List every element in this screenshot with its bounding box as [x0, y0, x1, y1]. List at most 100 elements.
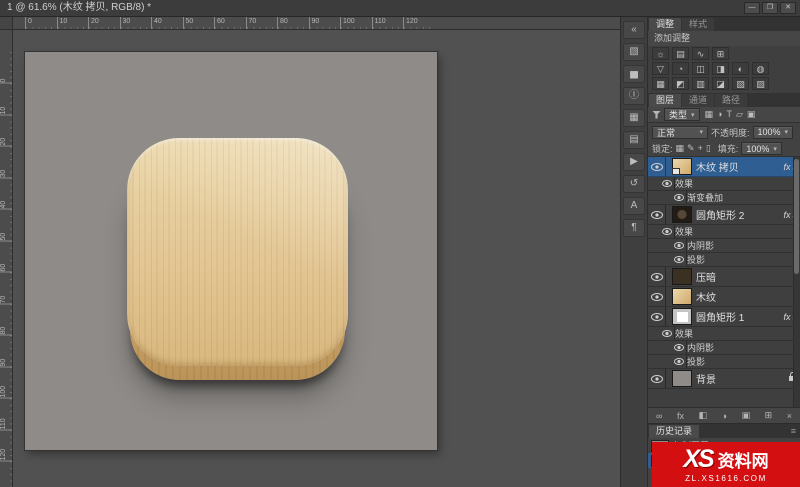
- layer-name[interactable]: 内阴影: [687, 239, 796, 252]
- layer-name[interactable]: 压暗: [696, 269, 796, 284]
- layer-thumbnail[interactable]: [672, 308, 692, 325]
- layers-scrollbar[interactable]: [793, 157, 800, 407]
- selective-color-icon[interactable]: ▨: [752, 77, 769, 90]
- layer-name[interactable]: 内阴影: [687, 341, 796, 354]
- restore-button[interactable]: ❐: [762, 2, 778, 14]
- vibrance-icon[interactable]: ▽: [652, 62, 669, 75]
- layer-name[interactable]: 投影: [687, 253, 796, 266]
- layer-row[interactable]: 木纹 拷贝 fx ▴: [648, 157, 800, 177]
- invert-icon[interactable]: ◩: [672, 77, 689, 90]
- filter-type-icon[interactable]: T: [726, 108, 732, 121]
- scrollbar-thumb[interactable]: [794, 159, 799, 274]
- threshold-icon[interactable]: ◪: [712, 77, 729, 90]
- layer-thumbnail[interactable]: [672, 206, 692, 223]
- layer-mask-icon[interactable]: ◧: [699, 410, 708, 421]
- color-balance-icon[interactable]: ◫: [692, 62, 709, 75]
- blend-mode-select[interactable]: 正常 ▾: [652, 126, 708, 139]
- layer-thumbnail[interactable]: [672, 370, 692, 387]
- visibility-toggle-icon[interactable]: [648, 287, 666, 306]
- swatches-icon[interactable]: ▤: [623, 131, 645, 149]
- visibility-toggle-icon[interactable]: [672, 355, 687, 368]
- layer-name[interactable]: 效果: [675, 225, 796, 238]
- panel-tab[interactable]: 样式: [682, 18, 714, 31]
- layer-row[interactable]: 圆角矩形 1 fx ▴: [648, 307, 800, 327]
- curves-icon[interactable]: ∿: [692, 47, 709, 60]
- new-group-icon[interactable]: ▣: [742, 410, 751, 421]
- visibility-toggle-icon[interactable]: [672, 191, 687, 204]
- layer-row[interactable]: 效果: [648, 225, 800, 239]
- history-icon[interactable]: ↺: [623, 175, 645, 193]
- panel-menu-icon[interactable]: ≡: [791, 425, 799, 438]
- color-icon[interactable]: ▦: [623, 109, 645, 127]
- layer-style-icon[interactable]: fx: [677, 411, 684, 421]
- new-layer-icon[interactable]: ⊞: [765, 410, 773, 421]
- visibility-toggle-icon[interactable]: [672, 341, 687, 354]
- lock-pixels-icon[interactable]: ✎: [687, 142, 695, 155]
- layer-name[interactable]: 效果: [675, 177, 796, 190]
- exposure-icon[interactable]: ⊞: [712, 47, 729, 60]
- visibility-toggle-icon[interactable]: [648, 157, 666, 176]
- link-layers-icon[interactable]: ∞: [656, 411, 662, 421]
- layer-row[interactable]: 投影: [648, 253, 800, 267]
- layer-row[interactable]: 压暗: [648, 267, 800, 287]
- info-icon[interactable]: Ⓘ: [623, 87, 645, 105]
- posterize-icon[interactable]: ▥: [692, 77, 709, 90]
- filter-shape-icon[interactable]: ▱: [736, 108, 743, 121]
- close-button[interactable]: ✕: [780, 2, 796, 14]
- visibility-toggle-icon[interactable]: [648, 369, 666, 388]
- visibility-toggle-icon[interactable]: [672, 239, 687, 252]
- layer-row[interactable]: 木纹: [648, 287, 800, 307]
- filter-adjustment-icon[interactable]: ◑: [717, 108, 722, 121]
- layer-name[interactable]: 投影: [687, 355, 796, 368]
- levels-icon[interactable]: ▤: [672, 47, 689, 60]
- horizontal-ruler[interactable]: 0102030405060708090100110120: [13, 17, 620, 30]
- lock-transparency-icon[interactable]: ▦: [676, 142, 685, 155]
- delete-layer-icon[interactable]: ×: [787, 411, 792, 421]
- channel-mixer-icon[interactable]: ◍: [752, 62, 769, 75]
- visibility-toggle-icon[interactable]: [660, 177, 675, 190]
- panel-tab[interactable]: 通道: [682, 94, 714, 107]
- lock-all-icon[interactable]: ▯: [706, 142, 711, 155]
- character-icon[interactable]: A: [623, 197, 645, 215]
- filter-kind-select[interactable]: 类型 ▾: [664, 108, 700, 121]
- gradient-map-icon[interactable]: ▧: [732, 77, 749, 90]
- fill-select[interactable]: 100% ▾: [741, 142, 782, 155]
- hue-saturation-icon[interactable]: ◔: [672, 62, 689, 75]
- layer-row[interactable]: 内阴影: [648, 341, 800, 355]
- canvas-pasteboard[interactable]: [13, 30, 620, 487]
- minimize-button[interactable]: —: [744, 2, 760, 14]
- color-lookup-icon[interactable]: ▦: [652, 77, 669, 90]
- layer-name[interactable]: 渐变叠加: [687, 191, 796, 204]
- layer-row[interactable]: 效果: [648, 177, 800, 191]
- visibility-toggle-icon[interactable]: [648, 307, 666, 326]
- visibility-toggle-icon[interactable]: [660, 327, 675, 340]
- tab-history[interactable]: 历史记录: [649, 425, 699, 438]
- document-canvas[interactable]: [25, 52, 437, 450]
- layer-row[interactable]: 圆角矩形 2 fx ▴: [648, 205, 800, 225]
- layer-row[interactable]: 效果: [648, 327, 800, 341]
- panel-tab[interactable]: 图层: [649, 94, 681, 107]
- layer-thumbnail[interactable]: [672, 158, 692, 175]
- layer-row[interactable]: 内阴影: [648, 239, 800, 253]
- filter-smart-icon[interactable]: ▣: [747, 108, 756, 121]
- panel-tab[interactable]: 调整: [649, 18, 681, 31]
- collapse-panels-icon[interactable]: «: [623, 21, 645, 39]
- layer-name[interactable]: 木纹: [696, 289, 796, 304]
- histogram-icon[interactable]: ▅: [623, 65, 645, 83]
- adjustment-layer-icon[interactable]: ◑: [722, 411, 727, 421]
- lock-position-icon[interactable]: +: [698, 142, 703, 155]
- vertical-ruler[interactable]: 0102030405060708090100110120: [0, 30, 13, 487]
- actions-icon[interactable]: ▶: [623, 153, 645, 171]
- panel-tab[interactable]: 路径: [715, 94, 747, 107]
- layer-name[interactable]: 木纹 拷贝: [696, 159, 783, 174]
- opacity-select[interactable]: 100% ▾: [753, 126, 794, 139]
- layer-row[interactable]: 背景: [648, 369, 800, 389]
- layer-name[interactable]: 圆角矩形 1: [696, 309, 783, 324]
- layer-row[interactable]: 渐变叠加: [648, 191, 800, 205]
- layer-name[interactable]: 背景: [696, 371, 786, 386]
- visibility-toggle-icon[interactable]: [660, 225, 675, 238]
- layer-row[interactable]: 投影: [648, 355, 800, 369]
- layer-name[interactable]: 效果: [675, 327, 796, 340]
- layer-thumbnail[interactable]: [672, 268, 692, 285]
- filter-pixel-icon[interactable]: ▦: [705, 108, 714, 121]
